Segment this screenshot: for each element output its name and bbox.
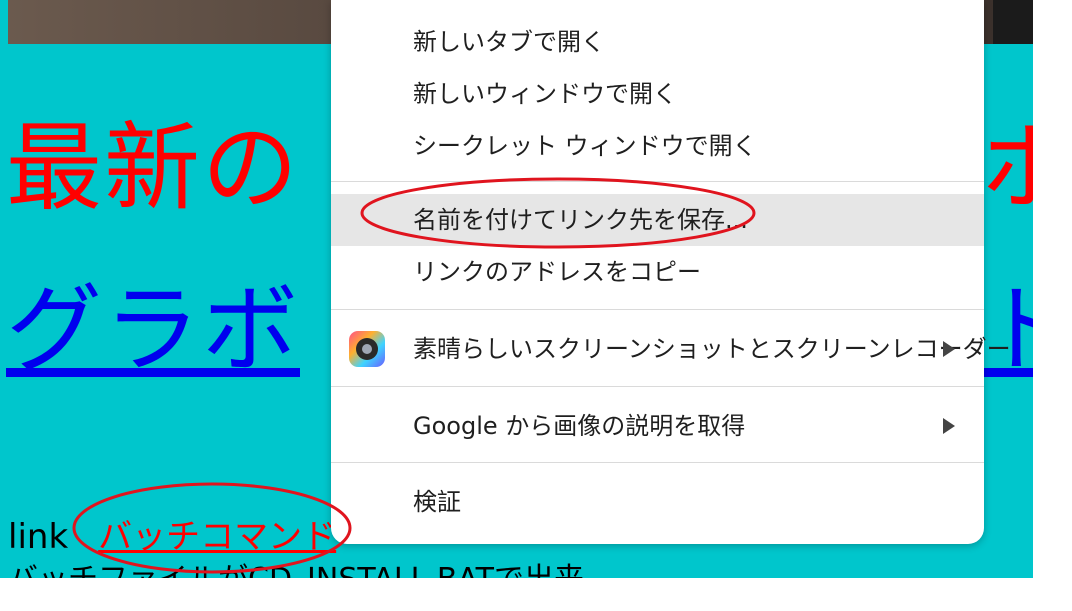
menu-item-label: Google から画像の説明を取得 (413, 412, 746, 440)
context-menu: 新しいタブで開く 新しいウィンドウで開く シークレット ウィンドウで開く 名前を… (331, 0, 1011, 544)
partially-visible-text: バッチファイルがCD_INSTALL.BATで出来 (8, 560, 584, 578)
menu-item-label: リンクのアドレスをコピー (413, 258, 701, 286)
link-label: link (8, 517, 69, 557)
batch-command-link[interactable]: バッチコマンド (98, 517, 336, 557)
menu-item-open-new-window[interactable]: 新しいウィンドウで開く (331, 68, 984, 120)
menu-separator (331, 462, 984, 463)
menu-item-google-image-description[interactable]: Google から画像の説明を取得 (331, 400, 984, 452)
menu-item-copy-link-address[interactable]: リンクのアドレスをコピー (331, 246, 984, 298)
menu-item-inspect[interactable]: 検証 (331, 476, 984, 528)
heading-link[interactable]: グラボ (6, 270, 300, 390)
menu-item-label: 新しいタブで開く (413, 28, 605, 56)
menu-separator (331, 386, 984, 387)
menu-item-label: 新しいウィンドウで開く (413, 80, 677, 108)
menu-item-label: 検証 (413, 488, 461, 516)
menu-item-label: シークレット ウィンドウで開く (413, 132, 757, 160)
menu-item-label: 素晴らしいスクリーンショットとスクリーンレコーダー (413, 335, 1011, 363)
submenu-arrow-icon (943, 418, 955, 434)
link-row: link バッチコマンド (8, 514, 336, 560)
screenshot-extension-icon (349, 331, 385, 367)
menu-separator (331, 309, 984, 310)
menu-item-label: 名前を付けてリンク先を保存... (413, 206, 748, 234)
submenu-arrow-icon (943, 341, 955, 357)
menu-item-save-link-as[interactable]: 名前を付けてリンク先を保存... (331, 194, 984, 246)
menu-item-open-incognito[interactable]: シークレット ウィンドウで開く (331, 120, 984, 172)
menu-separator (331, 181, 984, 182)
menu-item-screenshot-extension[interactable]: 素晴らしいスクリーンショットとスクリーンレコーダー (331, 323, 1011, 375)
menu-item-open-new-tab[interactable]: 新しいタブで開く (331, 16, 984, 68)
page-heading-tail: ホ (980, 112, 1033, 224)
page-heading: 最新の (6, 112, 300, 224)
